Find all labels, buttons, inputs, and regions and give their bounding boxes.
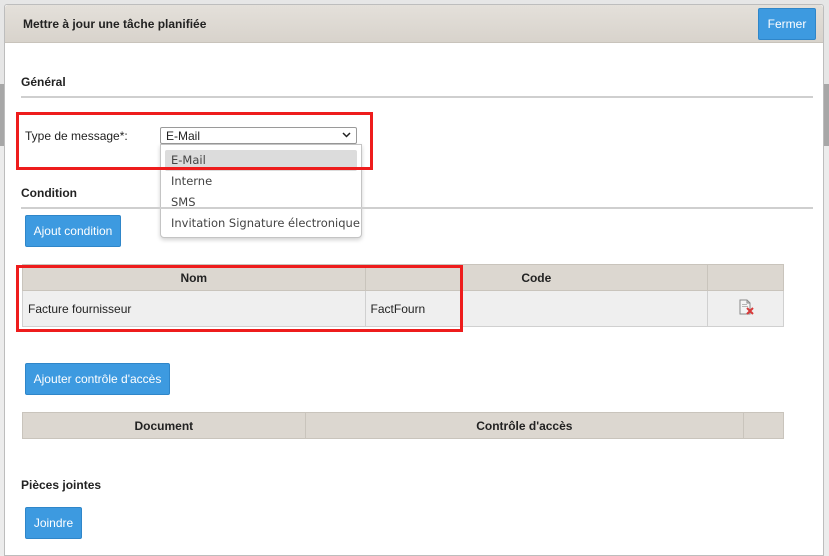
column-header-document[interactable]: Document	[22, 412, 306, 439]
attachments-section-title: Pièces jointes	[21, 478, 102, 492]
column-header-access-control[interactable]: Contrôle d'accès	[304, 412, 745, 439]
option-internal[interactable]: Interne	[161, 171, 361, 192]
column-header-actions	[707, 264, 784, 291]
highlight-box-message-type	[16, 112, 373, 170]
dialog-title: Mettre à jour une tâche planifiée	[23, 17, 207, 31]
highlight-box-condition-row	[16, 265, 463, 332]
option-e-signature-invitation[interactable]: Invitation Signature électronique	[161, 213, 361, 234]
row-actions-cell	[707, 290, 784, 327]
condition-section-title: Condition	[21, 186, 77, 200]
add-access-control-button[interactable]: Ajouter contrôle d'accès	[25, 363, 170, 395]
update-scheduled-task-dialog: Mettre à jour une tâche planifiée Fermer…	[4, 4, 824, 556]
access-control-table: Document Contrôle d'accès	[22, 412, 784, 439]
condition-divider	[21, 207, 813, 209]
attach-button[interactable]: Joindre	[25, 507, 82, 539]
add-condition-button[interactable]: Ajout condition	[25, 215, 121, 247]
close-button[interactable]: Fermer	[758, 8, 816, 40]
option-sms[interactable]: SMS	[161, 192, 361, 213]
column-header-actions	[743, 412, 784, 439]
delete-document-icon[interactable]	[737, 298, 755, 316]
general-section-title: Général	[21, 75, 66, 89]
dialog-titlebar: Mettre à jour une tâche planifiée Fermer	[5, 5, 823, 43]
general-divider	[21, 96, 813, 98]
